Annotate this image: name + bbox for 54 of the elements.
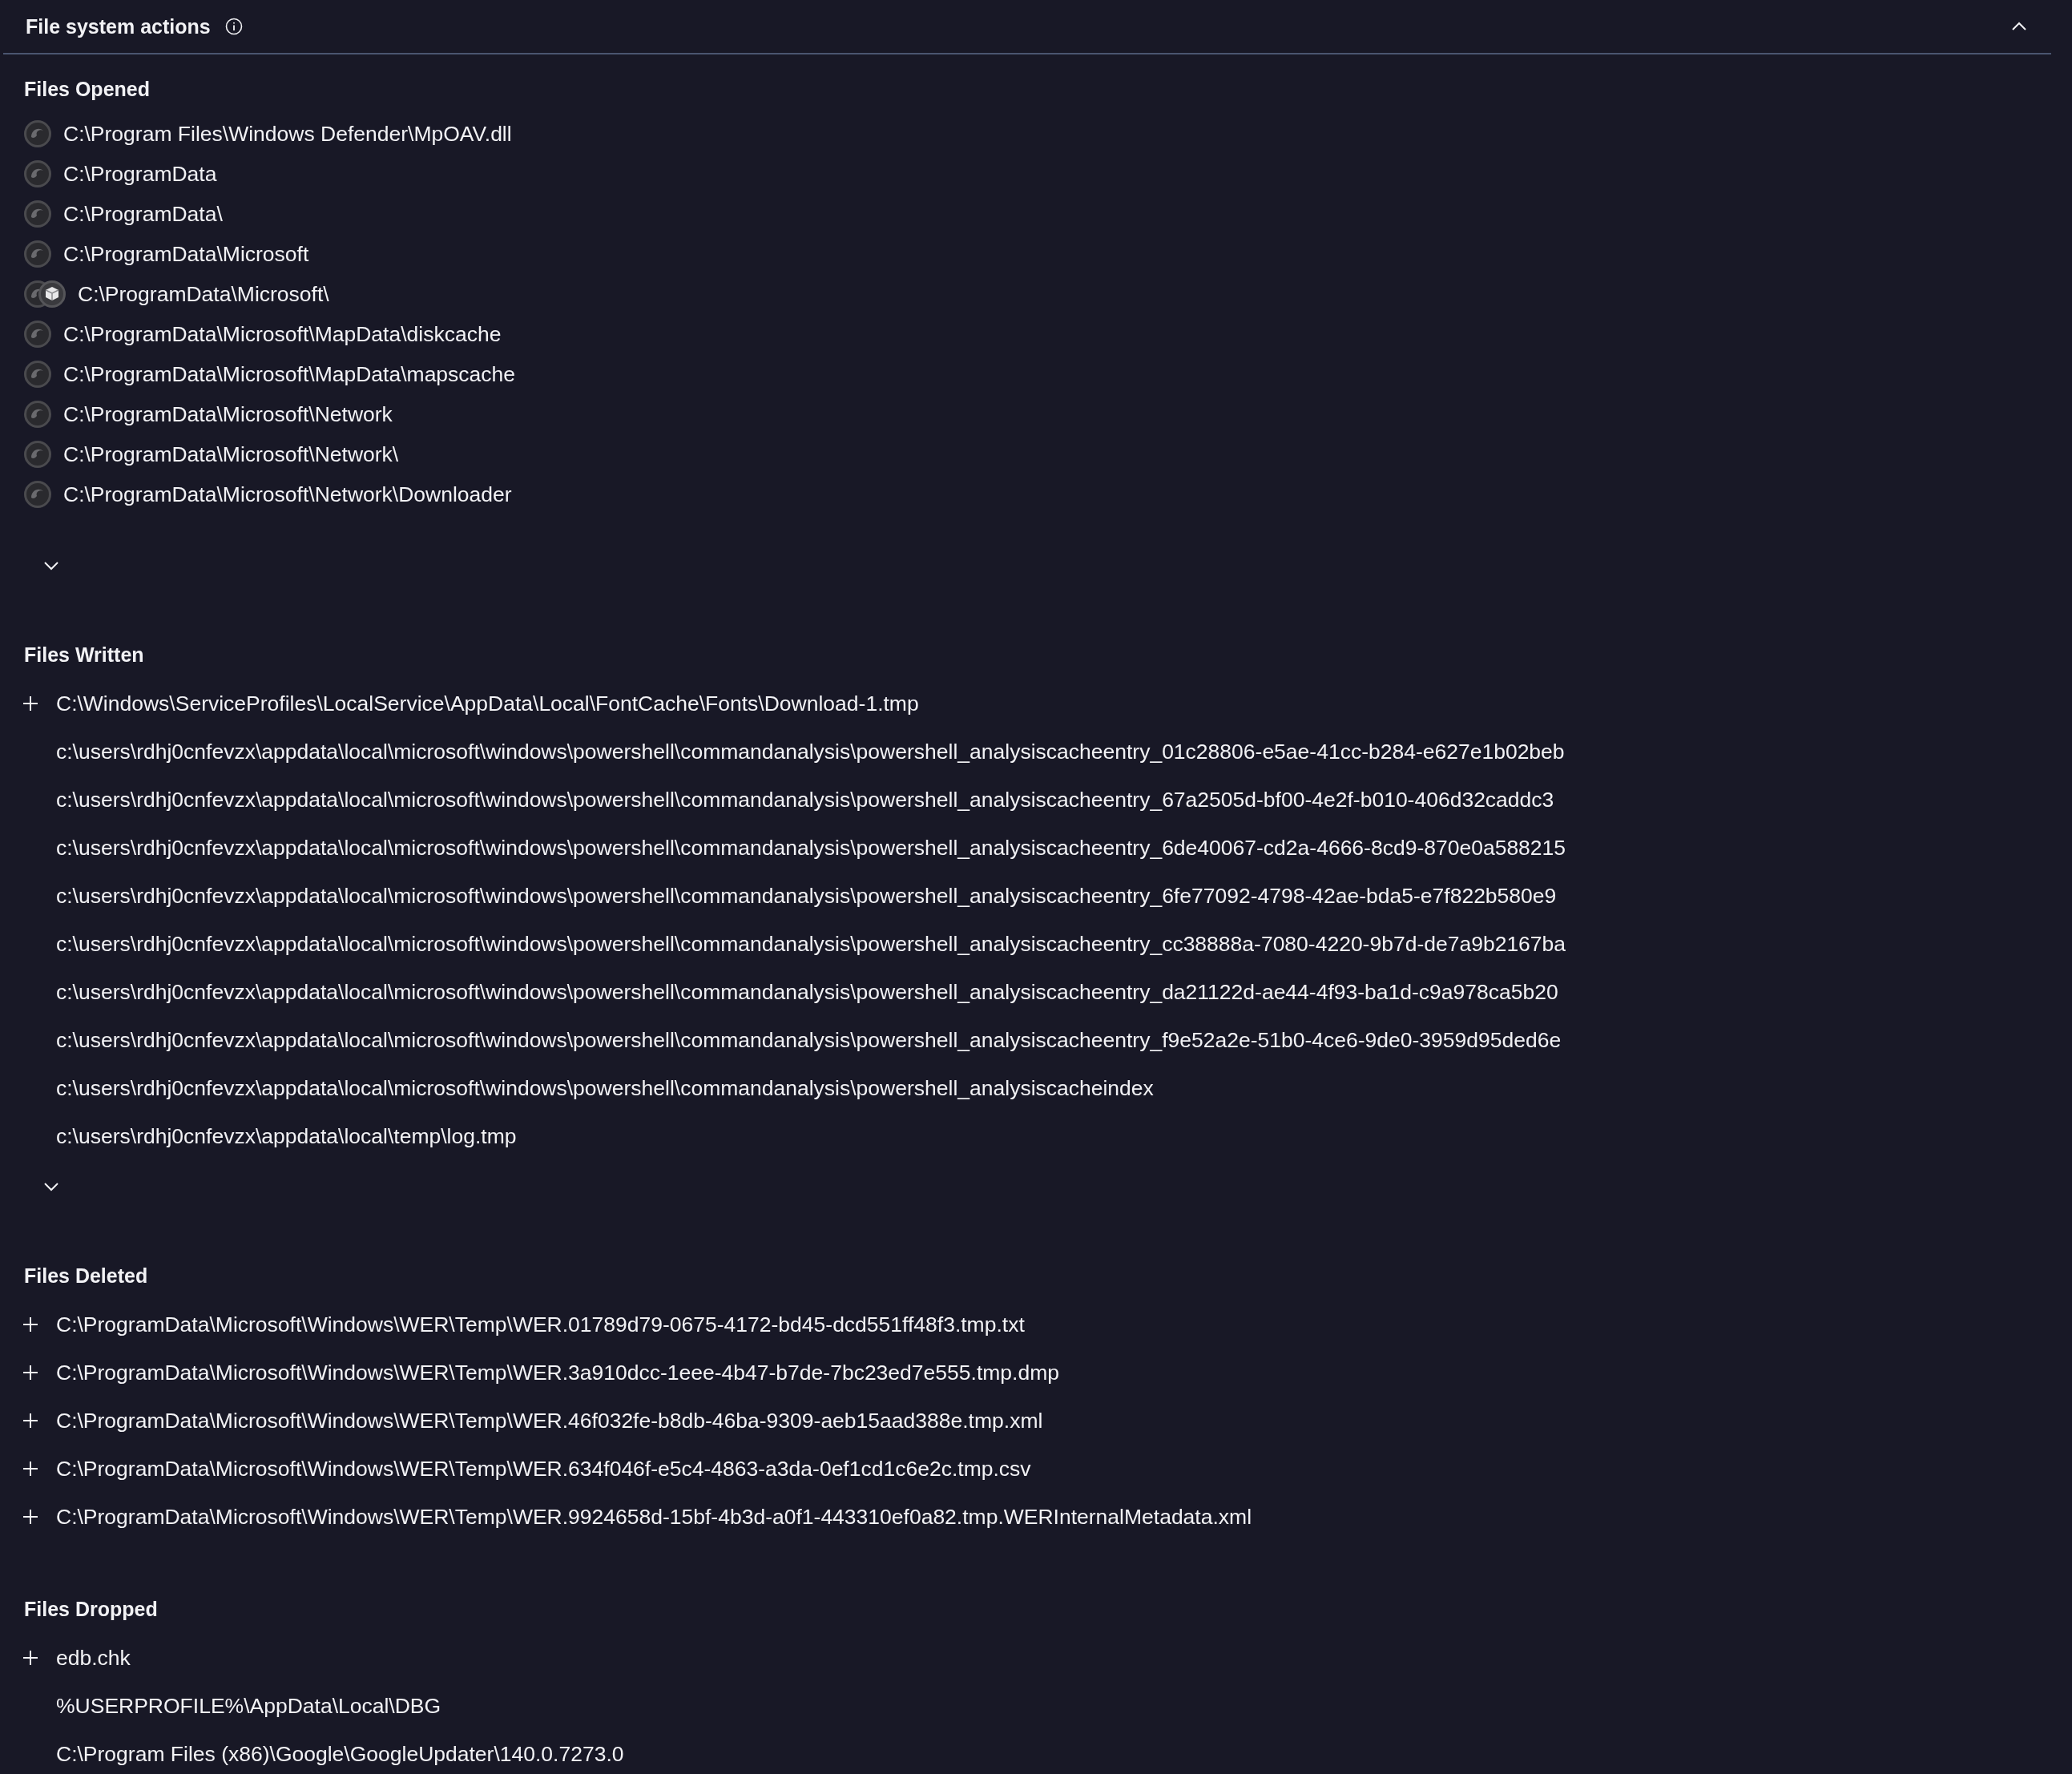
plus-icon[interactable] <box>22 1461 38 1477</box>
file-path: edb.chk <box>56 1645 131 1671</box>
plus-icon[interactable] <box>22 1509 38 1525</box>
file-path: C:\Windows\ServiceProfiles\LocalService\AppData\Local\FontCache\Fonts\Download-1.tmp <box>56 691 919 716</box>
package-icon <box>38 280 66 308</box>
plus-icon[interactable] <box>22 1413 38 1429</box>
file-path: c:\users\rdhj0cnfevzx\appdata\local\microsoft\windows\powershell\commandanalysis\powershell_analysiscacheentry_6fe77092-4798-42ae-bda5-e7f822b580e9 <box>56 883 1557 909</box>
file-path: C:\ProgramData\Microsoft <box>63 241 309 267</box>
collapse-icon <box>2011 22 2027 31</box>
file-path: c:\users\rdhj0cnfevzx\appdata\local\microsoft\windows\powershell\commandanalysis\powershell_analysiscacheentry_f9e52a2e-51b0-4ce6-9de0-3959d95ded6e <box>56 1027 1562 1053</box>
file-path: C:\ProgramData\Microsoft\Windows\WER\Temp\WER.01789d79-0675-4172-bd45-dcd551ff48f3.tmp.txt <box>56 1312 1025 1337</box>
plus-icon[interactable] <box>22 1316 38 1333</box>
section-heading: Files Dropped <box>24 1597 159 1622</box>
file-path: C:\ProgramData\Microsoft\MapData\mapscache <box>63 361 516 387</box>
expand-icon <box>43 1182 59 1191</box>
process-icon <box>24 321 51 348</box>
file-path: C:\Program Files (x86)\Google\GoogleUpdater\140.0.7273.0 <box>56 1741 624 1767</box>
expand-icon <box>43 561 59 571</box>
file-path: C:\ProgramData\Microsoft\Network\ <box>63 441 399 467</box>
file-path: c:\users\rdhj0cnfevzx\appdata\local\microsoft\windows\powershell\commandanalysis\powershell_analysiscacheentry_da21122d-ae44-4f93-ba1d-c9a978ca5b20 <box>56 979 1558 1005</box>
process-icon <box>24 481 51 508</box>
file-path: C:\ProgramData\Microsoft\Network <box>63 401 393 427</box>
file-path: c:\users\rdhj0cnfevzx\appdata\local\microsoft\windows\powershell\commandanalysis\powershell_analysiscacheentry_67a2505d-bf00-4e2f-b010-406d32caddc3 <box>56 787 1554 812</box>
process-icon <box>24 441 51 468</box>
process-icon <box>24 160 51 187</box>
file-path: C:\Program Files\Windows Defender\MpOAV.dll <box>63 121 512 147</box>
file-path: c:\users\rdhj0cnfevzx\appdata\local\microsoft\windows\powershell\commandanalysis\powershell_analysiscacheindex <box>56 1075 1154 1101</box>
file-path: C:\ProgramData\Microsoft\Network\Downloader <box>63 482 512 507</box>
file-path: %USERPROFILE%\AppData\Local\DBG <box>56 1693 441 1719</box>
process-icon <box>24 240 51 268</box>
file-path: C:\ProgramData\Microsoft\Windows\WER\Temp\WER.46f032fe-b8db-46ba-9309-aeb15aad388e.tmp.xml <box>56 1408 1043 1433</box>
section-heading: Files Deleted <box>24 1264 149 1288</box>
section-heading: Files Opened <box>24 77 151 102</box>
file-path: C:\ProgramData <box>63 161 217 187</box>
file-path: C:\ProgramData\Microsoft\ <box>78 281 329 307</box>
file-path: c:\users\rdhj0cnfevzx\appdata\local\microsoft\windows\powershell\commandanalysis\powershell_analysiscacheentry_01c28806-e5ae-41cc-b284-e627e1b02beb <box>56 739 1565 764</box>
plus-icon[interactable] <box>22 1365 38 1381</box>
file-path: C:\ProgramData\Microsoft\Windows\WER\Temp\WER.634f046f-e5c4-4863-a3da-0ef1cd1c6e2c.tmp.csv <box>56 1456 1031 1482</box>
file-path: c:\users\rdhj0cnfevzx\appdata\local\microsoft\windows\powershell\commandanalysis\powershell_analysiscacheentry_cc38888a-7080-4220-9b7d-de7a9b2167ba <box>56 931 1566 957</box>
file-path: C:\ProgramData\ <box>63 201 223 227</box>
file-path: C:\ProgramData\Microsoft\Windows\WER\Temp\WER.3a910dcc-1eee-4b47-b7de-7bc23ed7e555.tmp.dmp <box>56 1360 1059 1385</box>
process-icon <box>24 200 51 228</box>
plus-icon[interactable] <box>22 695 38 712</box>
info-icon[interactable] <box>224 18 243 35</box>
section-heading: Files Written <box>24 643 145 667</box>
process-icon <box>24 120 51 147</box>
process-icon <box>24 401 51 428</box>
plus-icon[interactable] <box>22 1650 38 1666</box>
panel-title: File system actions <box>26 14 211 38</box>
file-path: C:\ProgramData\Microsoft\Windows\WER\Temp\WER.9924658d-15bf-4b3d-a0f1-443310ef0a82.tmp.WERInternalMetadata.xml <box>56 1504 1252 1530</box>
file-path: c:\users\rdhj0cnfevzx\appdata\local\temp\log.tmp <box>56 1123 517 1149</box>
file-path: C:\ProgramData\Microsoft\MapData\diskcache <box>63 321 502 347</box>
file-path: c:\users\rdhj0cnfevzx\appdata\local\microsoft\windows\powershell\commandanalysis\powershell_analysiscacheentry_6de40067-cd2a-4666-8cd9-870e0a588215 <box>56 835 1566 861</box>
process-icon <box>24 361 51 388</box>
